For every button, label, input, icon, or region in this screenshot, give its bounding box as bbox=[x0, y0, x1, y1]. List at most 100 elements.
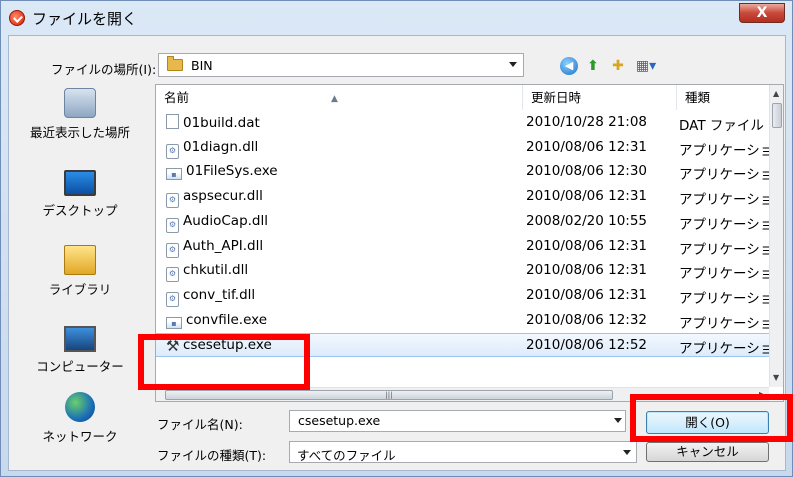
file-name: 01FileSys.exe bbox=[186, 163, 278, 180]
sort-ascending-icon: ▲ bbox=[331, 94, 338, 104]
dll-file-icon: ⚙ bbox=[166, 217, 179, 233]
window-title: ファイルを開く bbox=[32, 10, 138, 28]
place-computer[interactable]: コンピューター bbox=[9, 326, 151, 375]
file-name-cell: ▪ 01FileSys.exe bbox=[166, 163, 278, 181]
dll-file-icon: ⚙ bbox=[166, 242, 179, 258]
file-name-cell: ⚙ Auth_API.dll bbox=[166, 238, 263, 258]
file-date: 2010/08/06 12:31 bbox=[526, 237, 648, 254]
file-name-cell: ⚙ 01diagn.dll bbox=[166, 139, 258, 159]
place-library[interactable]: ライブラリ bbox=[9, 245, 151, 298]
library-icon bbox=[64, 245, 96, 275]
place-label: ネットワーク bbox=[42, 429, 118, 444]
file-name-cell: 01build.dat bbox=[166, 114, 260, 131]
file-name: convfile.exe bbox=[186, 311, 268, 328]
file-date: 2010/08/06 12:31 bbox=[526, 188, 648, 205]
chevron-down-icon[interactable] bbox=[509, 62, 517, 67]
exe-file-icon: ▪ bbox=[166, 168, 182, 181]
scroll-down-icon[interactable]: ▼ bbox=[773, 373, 779, 382]
computer-icon bbox=[64, 326, 96, 352]
file-date: 2010/08/06 12:32 bbox=[526, 311, 648, 328]
table-row[interactable]: ⚙ AudioCap.dll 2008/02/20 10:55 アプリケーション bbox=[156, 210, 783, 234]
place-label: デスクトップ bbox=[42, 203, 118, 218]
place-label: 最近表示した場所 bbox=[29, 125, 130, 140]
close-button[interactable]: X bbox=[739, 3, 785, 23]
file-name: 01build.dat bbox=[183, 115, 260, 131]
file-name-cell: ▪ convfile.exe bbox=[166, 312, 267, 329]
file-name: Auth_API.dll bbox=[183, 237, 264, 254]
place-label: ライブラリ bbox=[48, 282, 112, 297]
table-row[interactable]: ⚙ aspsecur.dll 2010/08/06 12:31 アプリケーション bbox=[156, 185, 783, 209]
file-name: chkutil.dll bbox=[183, 262, 249, 279]
file-date: 2008/02/20 10:55 bbox=[526, 212, 648, 229]
recent-places-icon bbox=[64, 88, 96, 118]
filetype-select[interactable]: すべてのファイル bbox=[289, 441, 637, 463]
dll-file-icon: ⚙ bbox=[166, 143, 179, 159]
dll-file-icon: ⚙ bbox=[166, 193, 179, 209]
file-name: 01diagn.dll bbox=[183, 138, 259, 155]
file-name: AudioCap.dll bbox=[183, 212, 269, 229]
up-folder-icon[interactable]: ⬆ bbox=[584, 57, 602, 75]
back-icon[interactable]: ◀ bbox=[560, 57, 578, 75]
column-header-name[interactable]: 名前 ▲ bbox=[156, 85, 523, 110]
location-label: ファイルの場所(I): bbox=[51, 62, 157, 77]
file-name-cell: ⚒ csesetup.exe bbox=[166, 337, 272, 354]
vertical-scroll-thumb[interactable] bbox=[772, 103, 782, 128]
table-row-selected[interactable]: ⚒ csesetup.exe 2010/08/06 12:52 アプリケーション bbox=[156, 333, 783, 358]
dll-file-icon: ⚙ bbox=[166, 291, 179, 307]
chevron-down-icon[interactable] bbox=[623, 450, 631, 455]
folder-icon bbox=[167, 56, 183, 71]
vertical-scrollbar[interactable]: ▲ ▼ bbox=[769, 85, 783, 387]
filename-input[interactable]: csesetup.exe bbox=[289, 410, 626, 432]
desktop-icon bbox=[64, 170, 96, 196]
filename-label: ファイル名(N): bbox=[157, 417, 243, 432]
horizontal-scroll-thumb[interactable]: ||| bbox=[165, 390, 613, 400]
network-icon bbox=[65, 392, 95, 422]
table-row[interactable]: ▪ convfile.exe 2010/08/06 12:32 アプリケーション bbox=[156, 309, 783, 333]
place-network[interactable]: ネットワーク bbox=[9, 392, 151, 445]
file-date: 2010/08/06 12:52 bbox=[526, 337, 648, 354]
exe-file-icon: ▪ bbox=[166, 316, 182, 329]
column-header-type[interactable]: 種類 bbox=[677, 85, 770, 110]
column-header-label: 種類 bbox=[685, 90, 711, 105]
location-combobox[interactable]: BIN bbox=[158, 53, 524, 77]
table-row[interactable]: ▪ 01FileSys.exe 2010/08/06 12:30 アプリケーション bbox=[156, 160, 783, 184]
file-list[interactable]: 名前 ▲ 更新日時 種類 01build.dat 2010/10/28 21:08… bbox=[155, 84, 784, 402]
file-date: 2010/08/06 12:31 bbox=[526, 286, 648, 303]
view-menu-icon[interactable]: ▦▾ bbox=[634, 57, 658, 75]
file-name: csesetup.exe bbox=[183, 337, 272, 354]
file-date: 2010/10/28 21:08 bbox=[526, 114, 648, 130]
new-folder-icon[interactable]: ✚ bbox=[609, 57, 627, 75]
scroll-up-icon[interactable]: ▲ bbox=[773, 89, 779, 98]
file-date: 2010/08/06 12:31 bbox=[526, 138, 648, 155]
file-name-cell: ⚙ aspsecur.dll bbox=[166, 188, 263, 209]
open-button[interactable]: 開く(O) bbox=[646, 411, 769, 434]
scroll-right-icon[interactable]: ▶ bbox=[759, 390, 765, 399]
column-header-label: 名前 bbox=[164, 90, 190, 105]
filetype-label: ファイルの種類(T): bbox=[157, 448, 267, 463]
column-header-label: 更新日時 bbox=[531, 90, 582, 105]
table-row[interactable]: ⚙ conv_tif.dll 2010/08/06 12:31 アプリケーション bbox=[156, 284, 783, 308]
table-row[interactable]: ⚙ Auth_API.dll 2010/08/06 12:31 アプリケーション bbox=[156, 235, 783, 259]
table-row[interactable]: ⚙ 01diagn.dll 2010/08/06 12:31 アプリケーション bbox=[156, 136, 783, 160]
file-name: aspsecur.dll bbox=[183, 188, 263, 205]
table-row[interactable]: ⚙ chkutil.dll 2010/08/06 12:31 アプリケーション bbox=[156, 259, 783, 283]
chevron-down-icon[interactable] bbox=[614, 418, 622, 423]
file-name-cell: ⚙ chkutil.dll bbox=[166, 262, 249, 283]
file-date: 2010/08/06 12:30 bbox=[526, 163, 648, 180]
file-name-cell: ⚙ conv_tif.dll bbox=[166, 287, 255, 307]
places-bar: 最近表示した場所 デスクトップ ライブラリ コンピューター ネットワーク bbox=[9, 82, 151, 466]
cancel-button[interactable]: キャンセル bbox=[646, 442, 769, 462]
file-name: conv_tif.dll bbox=[183, 286, 256, 303]
file-type: DAT ファイル bbox=[679, 118, 764, 134]
place-recent[interactable]: 最近表示した場所 bbox=[9, 88, 151, 141]
dat-file-icon bbox=[166, 114, 179, 129]
file-date: 2010/08/06 12:31 bbox=[526, 262, 648, 279]
place-desktop[interactable]: デスクトップ bbox=[9, 170, 151, 219]
table-row[interactable]: 01build.dat 2010/10/28 21:08 DAT ファイル bbox=[156, 111, 770, 135]
column-header-date[interactable]: 更新日時 bbox=[523, 85, 677, 110]
horizontal-scrollbar[interactable]: ||| ▶ bbox=[156, 387, 769, 401]
file-name-cell: ⚙ AudioCap.dll bbox=[166, 213, 268, 233]
title-bar[interactable]: ファイルを開く X bbox=[1, 1, 792, 35]
setup-file-icon: ⚒ bbox=[166, 337, 180, 356]
app-icon bbox=[9, 10, 25, 26]
